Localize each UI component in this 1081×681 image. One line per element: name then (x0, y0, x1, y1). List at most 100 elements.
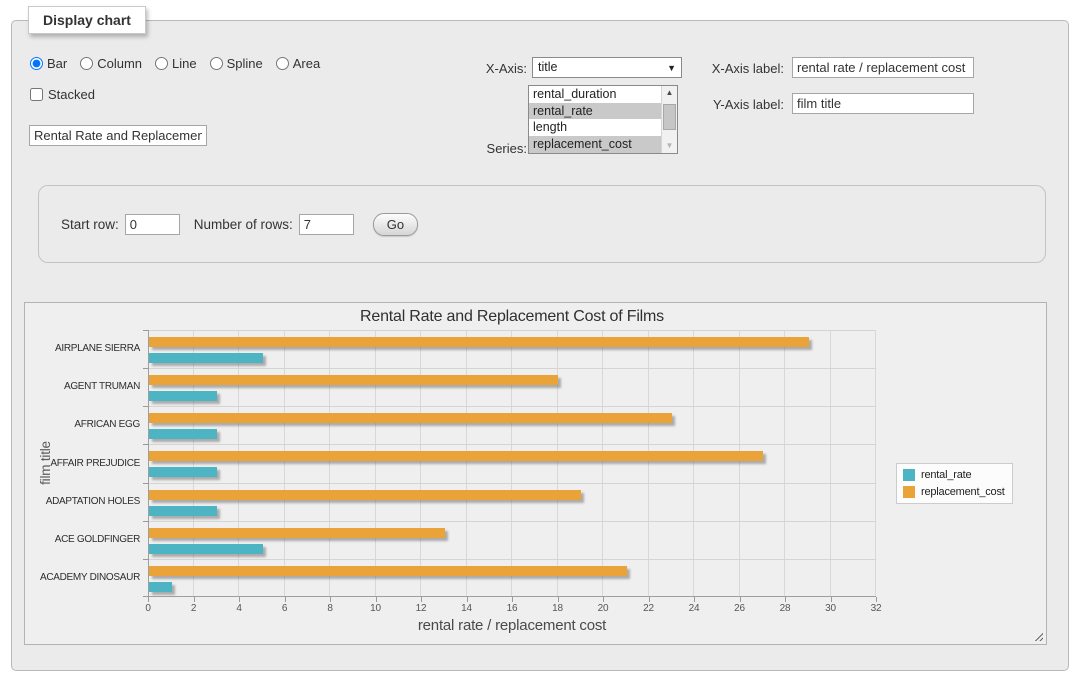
y-tick-mark (143, 596, 148, 597)
series-option-rental_duration[interactable]: rental_duration (529, 86, 661, 103)
go-button[interactable]: Go (373, 213, 418, 236)
bar-replacement_cost (149, 375, 558, 385)
x-tick-label: 8 (327, 603, 332, 614)
x-axis-select[interactable]: title ▼ (532, 57, 682, 78)
series-option-length[interactable]: length (529, 119, 661, 136)
category-label: AGENT TRUMAN (25, 381, 140, 392)
resize-grip-icon[interactable] (1034, 632, 1043, 641)
y-axis-label-label: Y-Axis label: (672, 97, 784, 112)
gridline-x (511, 330, 512, 597)
chart-type-radio-column[interactable] (80, 57, 93, 70)
x-tick-mark (421, 597, 422, 602)
x-tick-mark (876, 597, 877, 602)
x-axis-selected-value: title (538, 60, 557, 74)
legend-swatch (903, 486, 915, 498)
x-tick-label: 18 (552, 603, 563, 614)
chart-title-input[interactable] (29, 125, 207, 146)
start-row-input[interactable] (125, 214, 180, 235)
bar-rental_rate (149, 353, 263, 363)
gridline-x (693, 330, 694, 597)
gridline-y (148, 559, 876, 560)
stacked-label: Stacked (48, 87, 95, 102)
category-label: AIRPLANE SIERRA (25, 343, 140, 354)
stacked-checkbox[interactable] (30, 88, 43, 101)
legend-item-replacement_cost[interactable]: replacement_cost (903, 486, 1005, 498)
category-label: AFRICAN EGG (25, 419, 140, 430)
chart-type-group: Bar Column Line Spline Area (30, 56, 320, 71)
gridline-x (375, 330, 376, 597)
plot-area (148, 330, 876, 597)
bar-rental_rate (149, 582, 172, 592)
x-tick-label: 30 (825, 603, 836, 614)
chart-type-bar[interactable]: Bar (30, 56, 67, 71)
bar-rental_rate (149, 544, 263, 554)
chart-type-column[interactable]: Column (80, 56, 142, 71)
x-tick-label: 22 (643, 603, 654, 614)
y-axis-label-input[interactable] (792, 93, 974, 114)
gridline-y (148, 483, 876, 484)
x-tick-label: 14 (461, 603, 472, 614)
bar-rental_rate (149, 429, 217, 439)
y-tick-mark (143, 559, 148, 560)
panel-title: Display chart (28, 6, 146, 34)
x-tick-label: 24 (689, 603, 700, 614)
gridline-x (466, 330, 467, 597)
bar-replacement_cost (149, 413, 672, 423)
chart-type-radio-spline[interactable] (210, 57, 223, 70)
y-tick-mark (143, 483, 148, 484)
x-tick-mark (694, 597, 695, 602)
gridline-y (148, 521, 876, 522)
chart-type-area[interactable]: Area (276, 56, 320, 71)
x-tick-label: 28 (780, 603, 791, 614)
x-tick-label: 2 (191, 603, 196, 614)
scroll-down-icon[interactable]: ▼ (662, 139, 677, 153)
gridline-x (284, 330, 285, 597)
x-tick-mark (785, 597, 786, 602)
x-tick-mark (148, 597, 149, 602)
x-tick-label: 20 (598, 603, 609, 614)
x-tick-mark (330, 597, 331, 602)
row-range-box: Start row: Number of rows: Go (38, 185, 1046, 263)
legend-label: replacement_cost (921, 486, 1005, 498)
bar-rental_rate (149, 467, 217, 477)
bar-rental_rate (149, 506, 217, 516)
gridline-x (238, 330, 239, 597)
chart-type-label: Line (172, 56, 197, 71)
x-tick-label: 26 (734, 603, 745, 614)
start-row-label: Start row: (61, 217, 119, 232)
series-option-rental_rate[interactable]: rental_rate (529, 103, 661, 120)
bar-replacement_cost (149, 528, 445, 538)
chart-type-radio-bar[interactable] (30, 57, 43, 70)
series-option-replacement_cost[interactable]: replacement_cost (529, 136, 661, 153)
y-axis-line (148, 330, 149, 597)
gridline-x (193, 330, 194, 597)
chart-canvas: Rental Rate and Replacement Cost of Film… (24, 302, 1047, 645)
chart-type-label: Bar (47, 56, 67, 71)
gridline-y (148, 368, 876, 369)
x-tick-label: 6 (282, 603, 287, 614)
x-tick-label: 16 (507, 603, 518, 614)
num-rows-input[interactable] (299, 214, 354, 235)
series-list-label: Series: (452, 141, 527, 156)
category-label: ADAPTATION HOLES (25, 496, 140, 507)
display-chart-panel: BarColumnLineSplineArea Stacked X-Axis: … (11, 20, 1069, 671)
series-listbox[interactable]: rental_durationrental_ratelengthreplacem… (528, 85, 678, 154)
chart-type-spline[interactable]: Spline (210, 56, 263, 71)
chart-type-line[interactable]: Line (155, 56, 197, 71)
legend-item-rental_rate[interactable]: rental_rate (903, 469, 1005, 481)
y-tick-mark (143, 521, 148, 522)
stacked-checkbox-row[interactable]: Stacked (30, 87, 95, 102)
legend-swatch (903, 469, 915, 481)
y-tick-mark (143, 444, 148, 445)
x-axis-label-input[interactable] (792, 57, 974, 78)
bar-replacement_cost (149, 490, 581, 500)
bar-replacement_cost (149, 451, 763, 461)
x-tick-label: 10 (370, 603, 381, 614)
gridline-x (648, 330, 649, 597)
chart-type-label: Spline (227, 56, 263, 71)
chart-type-radio-area[interactable] (276, 57, 289, 70)
category-label: AFFAIR PREJUDICE (25, 458, 140, 469)
x-tick-label: 4 (236, 603, 241, 614)
x-tick-mark (194, 597, 195, 602)
chart-type-radio-line[interactable] (155, 57, 168, 70)
